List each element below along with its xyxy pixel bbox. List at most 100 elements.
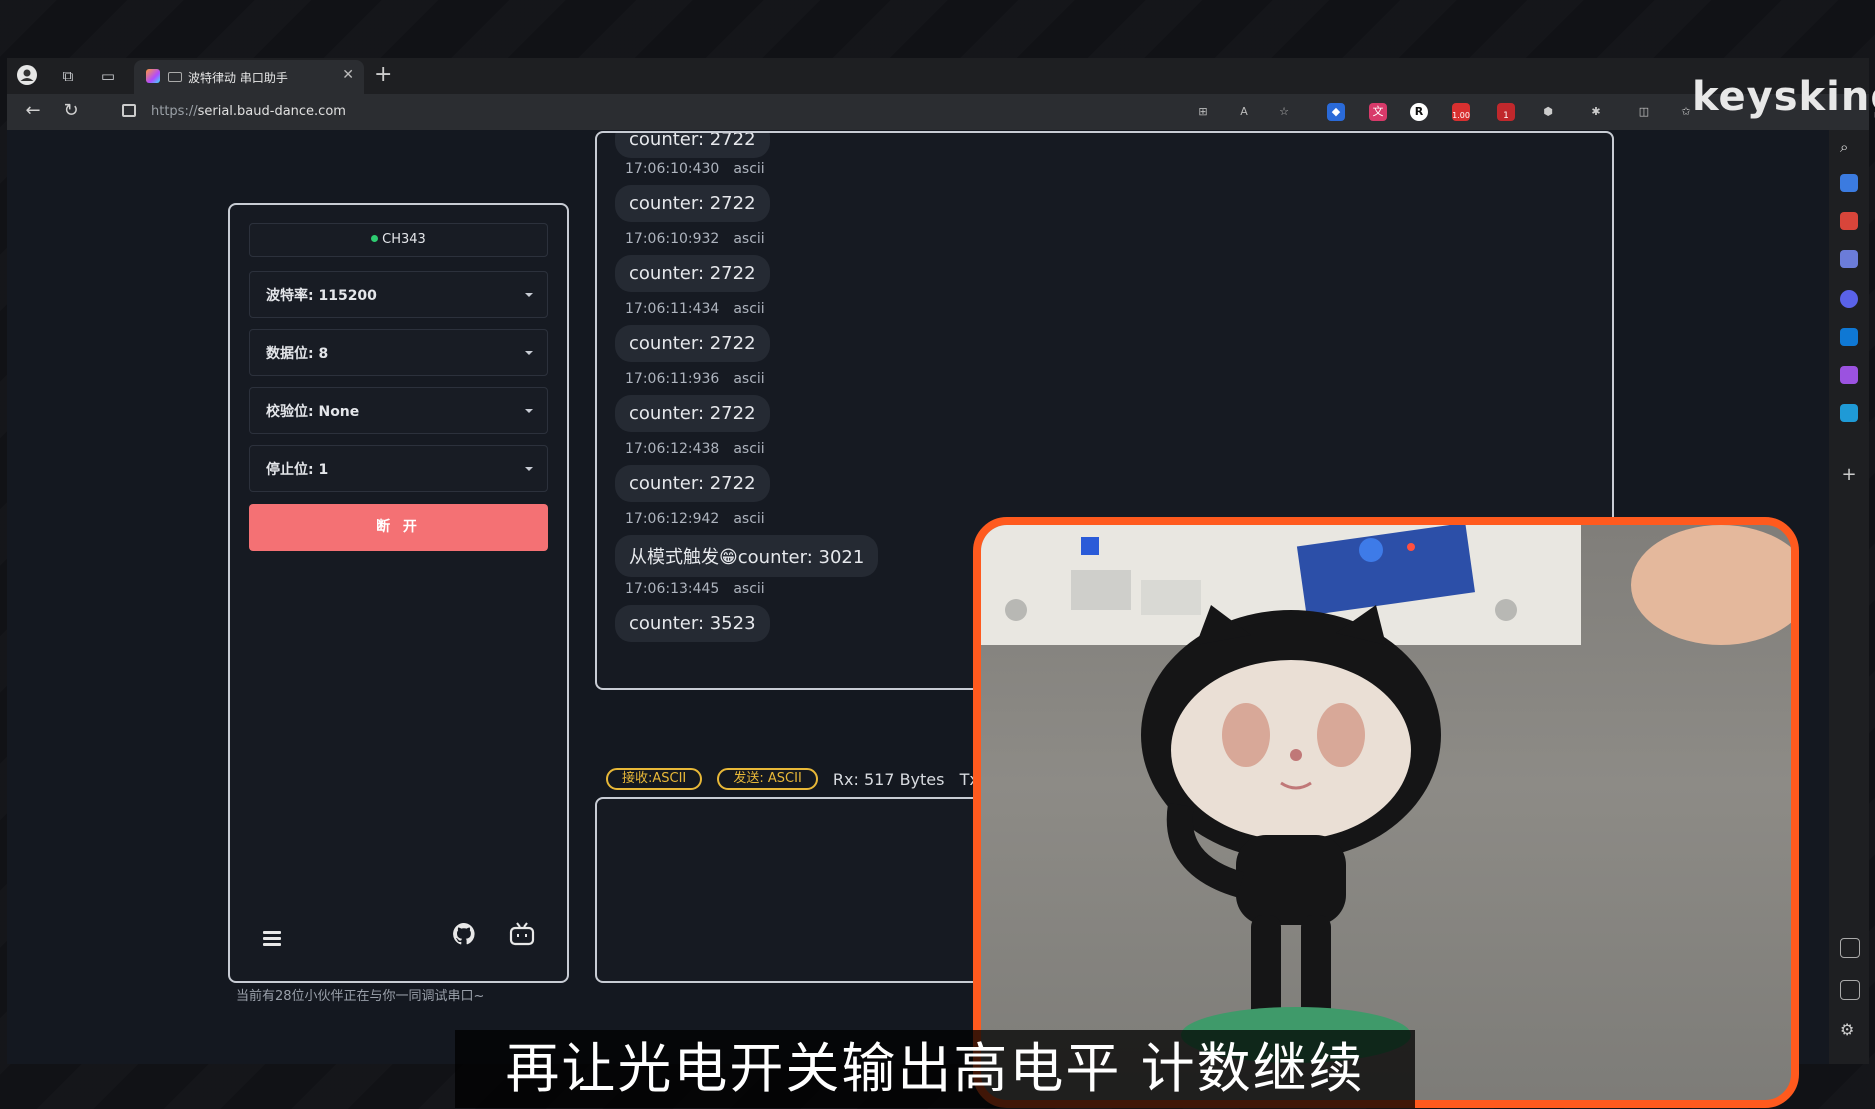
stop-bits-select[interactable]: 停止位: 1: [249, 445, 548, 492]
log-time: 17:06:10:932: [625, 231, 720, 247]
split-screen-icon[interactable]: ◫: [1635, 103, 1653, 121]
address-bar: ← ↻ https://serial.baud-dance.com ⊞ A ☆ …: [7, 94, 1869, 130]
rate-extension-icon[interactable]: 1.00: [1452, 103, 1470, 121]
bilibili-icon[interactable]: [509, 922, 535, 950]
github-icon[interactable]: [452, 922, 476, 950]
tab-bar: ⧉ ▭ 波特律动 串口助手 ✕ +: [7, 58, 1869, 94]
people-icon[interactable]: [1840, 250, 1858, 268]
channel-watermark: keysking: [1692, 74, 1875, 120]
log-format: ascii: [733, 301, 765, 317]
baud-rate-label: 波特率: 115200: [266, 288, 377, 304]
log-time: 17:06:12:942: [625, 511, 720, 527]
log-message: counter: 2722: [615, 185, 770, 222]
url-host: serial.baud-dance.com: [197, 104, 346, 119]
tab-title: 波特律动 串口助手: [188, 71, 288, 85]
data-bits-select[interactable]: 数据位: 8: [249, 329, 548, 376]
log-entry: 17:06:10:430 ascii counter: 2722: [615, 161, 770, 222]
chevron-down-icon: [525, 409, 533, 413]
log-format: ascii: [733, 371, 765, 387]
extensions-icon[interactable]: ✱: [1587, 103, 1605, 121]
log-entry: 17:06:12:942 ascii 从模式触发😁counter: 3021: [615, 511, 879, 577]
log-message: counter: 2722: [615, 465, 770, 502]
log-time: 17:06:11:936: [625, 371, 720, 387]
menu-icon[interactable]: [263, 931, 281, 949]
site-favicon-icon: [146, 69, 160, 83]
send-icon[interactable]: [1840, 404, 1858, 422]
r-extension-icon[interactable]: R: [1410, 103, 1428, 121]
log-message: 从模式触发😁counter: 3021: [615, 535, 879, 577]
copilot-icon[interactable]: [1840, 290, 1858, 308]
log-time: 17:06:13:445: [625, 581, 720, 597]
log-message: counter: 2722: [615, 325, 770, 362]
tx-mode-badge[interactable]: 发送: ASCII: [717, 768, 818, 790]
log-format: ascii: [733, 581, 765, 597]
edge-sidebar: ⌕ + ⚙: [1829, 130, 1869, 1064]
favorite-star-icon[interactable]: ☆: [1275, 103, 1293, 121]
sidebar-toggle-icon[interactable]: [1840, 980, 1860, 1000]
log-entry: 17:06:10:932 ascii counter: 2722: [615, 231, 770, 292]
serial-config-panel: CH343 波特率: 115200 数据位: 8 校验位: None 停止位: …: [228, 203, 569, 983]
log-format: ascii: [733, 161, 765, 177]
refresh-icon[interactable]: ↻: [59, 100, 83, 121]
log-time: 17:06:11:434: [625, 301, 720, 317]
log-message: counter: 2722: [615, 133, 770, 158]
stop-bits-label: 停止位: 1: [266, 462, 329, 478]
log-time: 17:06:10:430: [625, 161, 720, 177]
lock-icon[interactable]: [122, 104, 136, 117]
log-time: 17:06:12:438: [625, 441, 720, 457]
status-bar: 接收:ASCII 发送: ASCII Rx: 517 Bytes Tx: 0: [606, 768, 1009, 792]
back-icon[interactable]: ←: [21, 100, 45, 121]
parity-select[interactable]: 校验位: None: [249, 387, 548, 434]
port-selector[interactable]: CH343: [249, 223, 548, 257]
log-entry-cutoff: counter: 2722: [615, 133, 770, 158]
designer-icon[interactable]: [1840, 366, 1858, 384]
guard-extension-icon[interactable]: ⬢: [1539, 103, 1557, 121]
profile-icon[interactable]: [15, 64, 39, 88]
connected-dot-icon: [371, 235, 379, 242]
disconnect-button[interactable]: 断 开: [249, 504, 548, 551]
log-format: ascii: [733, 231, 765, 247]
baud-rate-select[interactable]: 波特率: 115200: [249, 271, 548, 318]
rate-extension-badge: 1.00: [1452, 111, 1470, 120]
log-entry: 17:06:11:936 ascii counter: 2722: [615, 371, 770, 432]
log-message: counter: 2722: [615, 395, 770, 432]
toolbox-icon[interactable]: [1840, 212, 1858, 230]
translate-extension-icon[interactable]: 文: [1369, 103, 1387, 121]
outlook-icon[interactable]: [1840, 328, 1858, 346]
url-field[interactable]: https://serial.baud-dance.com: [151, 104, 346, 119]
log-message: counter: 3523: [615, 605, 770, 642]
parity-label: 校验位: None: [266, 404, 360, 420]
log-entry: 17:06:13:445 ascii counter: 3523: [615, 581, 770, 642]
workspaces-icon[interactable]: ⧉: [56, 64, 80, 88]
chevron-down-icon: [525, 293, 533, 297]
log-message: counter: 2722: [615, 255, 770, 292]
video-subtitle: 再让光电开关输出高电平 计数继续: [455, 1030, 1415, 1108]
data-bits-label: 数据位: 8: [266, 346, 329, 362]
add-sidebar-icon[interactable]: +: [1840, 466, 1858, 484]
rx-bytes: Rx: 517 Bytes: [832, 769, 945, 789]
online-users-text: 当前有28位小伙伴正在与你一同调试串口~: [236, 989, 485, 1004]
tab-close-icon[interactable]: ✕: [342, 67, 354, 83]
camera-overlay: [973, 517, 1799, 1108]
shield-extension-icon[interactable]: ◆: [1327, 103, 1345, 121]
tab-active[interactable]: 波特律动 串口助手 ✕: [134, 60, 364, 94]
chevron-down-icon: [525, 351, 533, 355]
read-aloud-icon[interactable]: A: [1235, 103, 1253, 121]
search-icon[interactable]: ⌕: [1840, 138, 1858, 156]
log-entry: 17:06:12:438 ascii counter: 2722: [615, 441, 770, 502]
tab-actions-icon[interactable]: ▭: [96, 64, 120, 88]
screenshot-icon[interactable]: [1840, 938, 1860, 958]
settings-gear-icon[interactable]: ⚙: [1840, 1020, 1858, 1039]
tag-icon[interactable]: [1840, 174, 1858, 192]
app-available-icon[interactable]: ⊞: [1194, 103, 1212, 121]
port-name: CH343: [382, 232, 426, 247]
mail-extension-badge: 1: [1503, 111, 1509, 121]
url-protocol: https://: [151, 104, 198, 119]
log-format: ascii: [733, 511, 765, 527]
log-format: ascii: [733, 441, 765, 457]
rx-mode-badge[interactable]: 接收:ASCII: [606, 768, 703, 790]
camera-photo: [981, 525, 1791, 1063]
mail-extension-icon[interactable]: 1: [1497, 103, 1515, 121]
audio-indicator-icon[interactable]: [168, 72, 182, 82]
new-tab-icon[interactable]: +: [374, 62, 392, 87]
